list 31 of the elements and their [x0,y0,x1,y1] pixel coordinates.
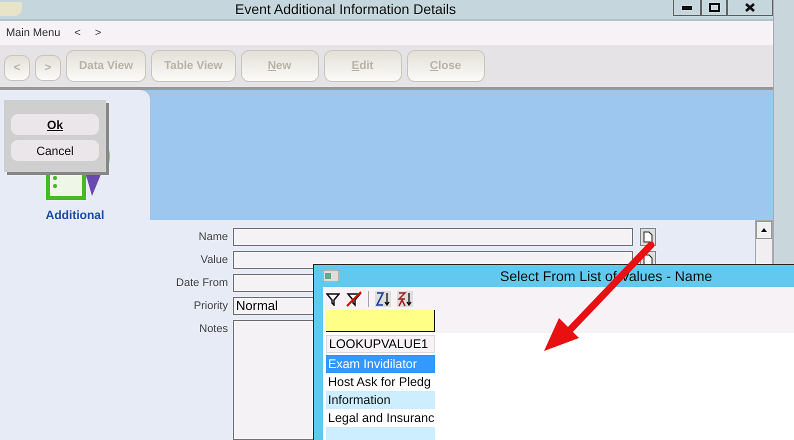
list-row[interactable]: Information [326,391,435,409]
up-arrow-icon [761,228,767,232]
clear-filter-icon[interactable] [346,291,362,307]
filter-field[interactable] [326,310,435,332]
maximize-icon [708,3,720,12]
minimize-button[interactable] [673,0,701,16]
filter-icon[interactable] [326,292,340,306]
menu-item[interactable]: Main Menu [6,26,60,39]
sort-descending-icon[interactable] [397,291,413,307]
close-button[interactable] [727,0,773,16]
field-label: Value [200,253,228,268]
field-label: Name [198,230,228,245]
window-icon [323,270,339,282]
field-label: Priority [192,299,228,314]
popup-button[interactable]: Ok [11,114,99,135]
scroll-up-button[interactable] [756,221,772,239]
column-header[interactable]: LOOKUPVALUE1 [326,335,435,353]
menu-item[interactable]: < [74,26,81,39]
lookup-button[interactable] [640,228,656,246]
document-icon [643,231,653,243]
minimize-icon [682,6,692,10]
input-field[interactable] [233,228,633,246]
popup-button[interactable]: Cancel [11,140,99,161]
menu-item[interactable]: > [94,26,102,39]
field-label: Notes [198,322,228,337]
field-label: Date From [175,276,228,291]
app-icon [0,2,22,16]
sort-ascending-icon[interactable] [375,291,391,307]
close-icon [745,3,755,12]
window-title: Event Additional Information Details [234,1,457,18]
maximize-button[interactable] [701,0,727,16]
